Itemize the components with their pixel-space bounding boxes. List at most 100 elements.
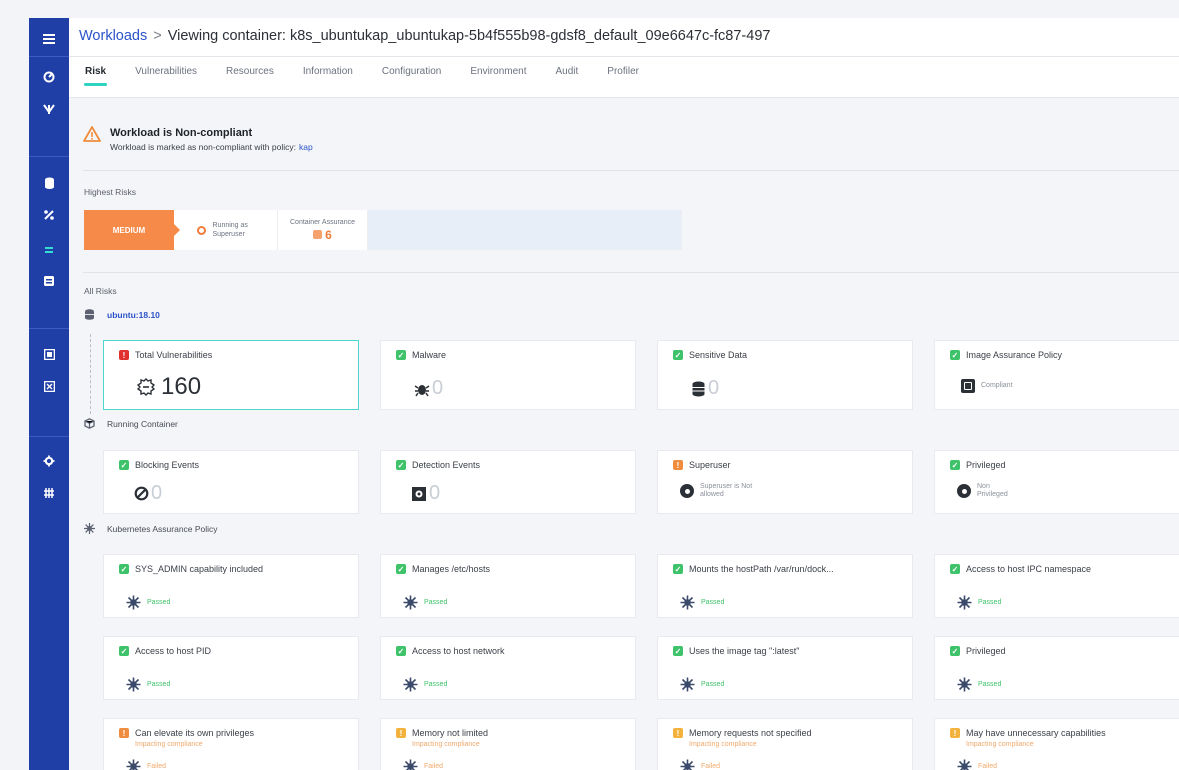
superuser-card[interactable]: ! Superuser Superuser is Not allowed (657, 450, 913, 514)
sidebar-divider (29, 436, 69, 437)
tab-environment[interactable]: Environment (470, 66, 526, 88)
container-assurance-risk[interactable]: Container Assurance 6 (278, 210, 368, 250)
container-icon[interactable] (29, 238, 69, 260)
total-vulnerabilities-card[interactable]: ! Total Vulnerabilities 160 (103, 340, 359, 410)
tab-information[interactable]: Information (303, 66, 353, 88)
check-icon: ✓ (119, 460, 129, 470)
percent-icon[interactable] (29, 204, 69, 226)
card-title-text: May have unnecessary capabilities (966, 728, 1106, 738)
container-assurance-count: 6 (325, 227, 332, 242)
running-as-superuser-label: Running as Superuser (212, 222, 248, 238)
card-title: ✓ Malware (396, 350, 446, 360)
card-title-text: Image Assurance Policy (966, 350, 1063, 360)
kubernetes-icon (957, 677, 972, 692)
policy-status: Passed (978, 599, 1002, 606)
card-title-text: Detection Events (412, 460, 481, 470)
card-title-text: Privileged (966, 646, 1006, 656)
k8s-policy-card[interactable]: ! Memory requests not specified Impacting … (657, 718, 913, 770)
report-icon[interactable] (29, 343, 69, 365)
tab-vulnerabilities[interactable]: Vulnerabilities (135, 66, 197, 88)
card-title: ✓ SYS_ADMIN capability included (119, 564, 263, 574)
detection-events-card[interactable]: ✓ Detection Events 0 (380, 450, 636, 514)
card-title-text: Memory requests not specified (689, 728, 812, 738)
k8s-group-heading: Kubernetes Assurance Policy (84, 523, 218, 534)
alert-title: Workload is Non-compliant (110, 127, 253, 139)
k8s-policy-card[interactable]: ✓ Manages /etc/hosts Passed (380, 554, 636, 618)
privileged-card[interactable]: ✓ Privileged Non Privileged (934, 450, 1179, 514)
check-icon: ✓ (673, 564, 683, 574)
k8s-policy-card[interactable]: ! Memory not limited Impacting compliance F… (380, 718, 636, 770)
warning-icon: ! (950, 728, 960, 738)
card-title: ✓ Uses the image tag ":latest" (673, 646, 799, 656)
k8s-policy-card[interactable]: ✓ Uses the image tag ":latest" Passed (657, 636, 913, 700)
image-assurance-card[interactable]: ✓ Image Assurance Policy Compliant (934, 340, 1179, 410)
registry-icon[interactable] (29, 375, 69, 397)
breadcrumb-workloads-link[interactable]: Workloads (79, 28, 147, 44)
check-icon: ✓ (673, 350, 683, 360)
detection-events-count: 0 (429, 482, 441, 504)
blocking-events-count: 0 (151, 482, 163, 504)
tab-risk[interactable]: Risk (83, 66, 108, 88)
all-risks-label: All Risks (84, 286, 117, 296)
blocking-events-card[interactable]: ✓ Blocking Events 0 (103, 450, 359, 514)
k8s-policy-card[interactable]: ✓ Mounts the hostPath /var/run/dock... Pas… (657, 554, 913, 618)
card-value: 0 (691, 377, 719, 400)
card-value: Passed (403, 677, 447, 692)
k8s-policy-card[interactable]: ✓ Access to host IPC namespace Passed (934, 554, 1179, 618)
policy-status: Failed (147, 763, 167, 770)
kubernetes-icon (126, 677, 141, 692)
tab-profiler[interactable]: Profiler (607, 66, 639, 88)
alert-description: Workload is marked as non-compliant with… (110, 142, 313, 152)
running-as-superuser-risk[interactable]: Running as Superuser (174, 210, 278, 250)
settings-icon[interactable] (29, 450, 69, 472)
integrations-icon[interactable] (29, 482, 69, 504)
k8s-policy-card[interactable]: ! Can elevate its own privileges Impacting… (103, 718, 359, 770)
shield-icon[interactable] (29, 98, 69, 120)
policy-link[interactable]: kap (299, 142, 313, 152)
kubernetes-icon (84, 523, 95, 534)
card-title: ! Superuser (673, 460, 731, 470)
card-title-text: Can elevate its own privileges (135, 728, 255, 738)
tree-connector (90, 334, 91, 414)
card-value: Passed (680, 595, 724, 610)
tab-resources[interactable]: Resources (226, 66, 274, 88)
policy-status: Passed (424, 599, 448, 606)
highest-risks-strip: MEDIUM Running as Superuser Container As… (84, 210, 682, 250)
breadcrumb-separator: > (153, 28, 162, 44)
tab-audit[interactable]: Audit (555, 66, 578, 88)
k8s-policy-card[interactable]: ! May have unnecessary capabilities Impact… (934, 718, 1179, 770)
card-title: ✓ Sensitive Data (673, 350, 747, 360)
card-title: ✓ Privileged (950, 646, 1006, 656)
card-title-text: Sensitive Data (689, 350, 748, 360)
section-divider (83, 170, 1179, 171)
menu-icon[interactable] (29, 28, 69, 50)
sensitive-data-card[interactable]: ✓ Sensitive Data 0 (657, 340, 913, 410)
warning-icon (83, 126, 101, 142)
k8s-policy-card[interactable]: ✓ SYS_ADMIN capability included Passed (103, 554, 359, 618)
impact-subtitle: Impacting compliance (135, 741, 203, 748)
list-icon[interactable] (29, 270, 69, 292)
k8s-policy-card[interactable]: ✓ Access to host network Passed (380, 636, 636, 700)
card-title: ✓ Image Assurance Policy (950, 350, 1062, 360)
malware-card[interactable]: ✓ Malware 0 (380, 340, 636, 410)
tab-configuration[interactable]: Configuration (382, 66, 441, 88)
malware-count: 0 (432, 377, 444, 399)
breadcrumb: Workloads > Viewing container: k8s_ubuntuk… (79, 28, 770, 44)
dashboard-icon[interactable] (29, 66, 69, 88)
card-value: Failed (680, 759, 720, 770)
image-name-link[interactable]: ubuntu:18.10 (107, 310, 160, 320)
kubernetes-icon (403, 677, 418, 692)
warning-icon: ! (396, 728, 406, 738)
check-icon: ✓ (950, 564, 960, 574)
card-value: 0 (414, 377, 443, 400)
alert-description-text: Workload is marked as non-compliant with… (110, 142, 296, 152)
database-icon[interactable] (29, 172, 69, 194)
database-icon (84, 309, 95, 320)
k8s-policy-card[interactable]: ✓ Privileged Passed (934, 636, 1179, 700)
k8s-policy-card[interactable]: ✓ Access to host PID Passed (103, 636, 359, 700)
warning-icon: ! (673, 728, 683, 738)
highest-risks-label: Highest Risks (84, 187, 136, 197)
policy-status: Failed (701, 763, 721, 770)
kubernetes-icon (680, 759, 695, 770)
kubernetes-icon (680, 677, 695, 692)
